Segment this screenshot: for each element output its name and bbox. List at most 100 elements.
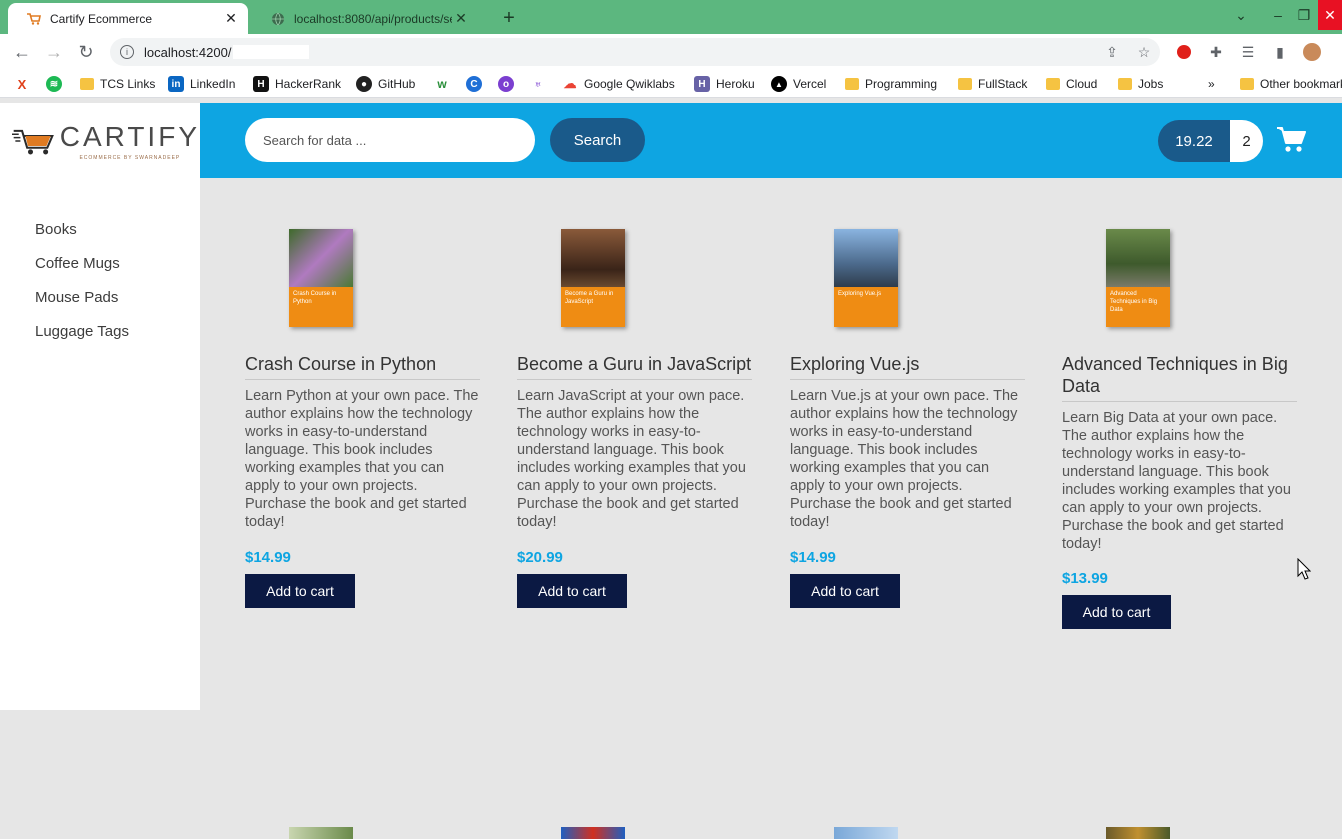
- cart-favicon-icon: [26, 11, 42, 27]
- tab-label: localhost:8080/api/products/sear: [294, 11, 452, 26]
- site-info-icon[interactable]: i: [120, 45, 134, 59]
- search-button[interactable]: Search: [550, 118, 645, 162]
- bookmark-programming[interactable]: Programming: [845, 75, 937, 93]
- bookmark-heroku[interactable]: H Heroku: [694, 75, 755, 93]
- heroku-icon: H: [694, 76, 710, 92]
- linkedin-icon: in: [168, 76, 184, 92]
- more-bookmarks-icon[interactable]: »: [1208, 75, 1215, 93]
- brand-logo[interactable]: CARTIFY ECOMMERCE BY SWARNADEEP: [0, 103, 200, 178]
- reload-icon[interactable]: ↻: [74, 40, 98, 64]
- page: CARTIFY ECOMMERCE BY SWARNADEEP Books Co…: [0, 103, 1342, 839]
- bookmark-github[interactable]: ● GitHub: [356, 75, 415, 93]
- folder-icon: [1118, 78, 1132, 90]
- book-cover-peek[interactable]: [834, 827, 898, 839]
- bookmark-other[interactable]: Other bookmarks: [1240, 75, 1342, 93]
- browser-toolbar: ← → ↻ i localhost:4200/ ⇪ ☆ ✚ ☰ ▮: [0, 34, 1342, 70]
- add-to-cart-button[interactable]: Add to cart: [517, 574, 627, 608]
- bookmark-google-qwiklabs[interactable]: ☁ Google Qwiklabs: [562, 75, 675, 93]
- reading-list-icon[interactable]: ☰: [1238, 42, 1258, 62]
- address-bar[interactable]: i localhost:4200/: [110, 38, 1160, 66]
- bookmark-linkedin[interactable]: in LinkedIn: [168, 75, 235, 93]
- tab-api-products[interactable]: localhost:8080/api/products/sear ✕: [252, 3, 478, 34]
- cover-title: Exploring Vue.js: [834, 287, 898, 327]
- book-cover[interactable]: Advanced Techniques in Big Data: [1106, 229, 1170, 327]
- close-tab-icon[interactable]: ✕: [452, 10, 470, 28]
- close-tab-icon[interactable]: ✕: [222, 10, 240, 28]
- book-cover[interactable]: Crash Course in Python: [289, 229, 353, 327]
- hackerrank-icon: H: [253, 76, 269, 92]
- product-title[interactable]: Crash Course in Python: [245, 353, 480, 380]
- cover-photo: [561, 229, 625, 287]
- folder-icon: [80, 78, 94, 90]
- tab-search-icon[interactable]: ⌄: [1228, 0, 1254, 30]
- product-price: $13.99: [1062, 570, 1108, 587]
- product-price: $14.99: [245, 549, 291, 566]
- extensions-puzzle-icon[interactable]: ✚: [1206, 42, 1226, 62]
- bookmark-tcs-links[interactable]: TCS Links: [80, 75, 155, 93]
- bookmark-purple-icon[interactable]: o: [498, 75, 520, 93]
- folder-icon: [958, 78, 972, 90]
- extension-red-icon[interactable]: [1174, 42, 1194, 62]
- url-text: localhost:4200/: [144, 44, 232, 60]
- bookmark-c-icon[interactable]: C: [466, 75, 488, 93]
- category-mouse-pads[interactable]: Mouse Pads: [35, 289, 129, 323]
- product-description: Learn JavaScript at your own pace. The a…: [517, 388, 746, 530]
- mouse-cursor-icon: [1297, 558, 1311, 580]
- restore-icon[interactable]: ❐: [1292, 0, 1316, 30]
- category-coffee-mugs[interactable]: Coffee Mugs: [35, 255, 129, 289]
- header-bar: Search for data ... Search 19.22 2: [200, 103, 1342, 178]
- tab-label: Cartify Ecommerce: [50, 11, 153, 26]
- bookmark-spotify-icon[interactable]: ≋: [46, 75, 68, 93]
- avatar[interactable]: [1302, 42, 1322, 62]
- product-title[interactable]: Advanced Techniques in Big Data: [1062, 353, 1297, 402]
- new-tab-button[interactable]: +: [496, 6, 522, 30]
- search-input[interactable]: Search for data ...: [245, 118, 535, 162]
- book-cover[interactable]: Become a Guru in JavaScript: [561, 229, 625, 327]
- brand-name: CARTIFY: [59, 120, 200, 152]
- cover-photo: [834, 229, 898, 287]
- bookmark-alien-icon[interactable]: ♅: [530, 75, 552, 93]
- bookmark-jobs[interactable]: Jobs: [1118, 75, 1163, 93]
- product-description: Learn Python at your own pace. The autho…: [245, 388, 479, 530]
- tab-strip: Cartify Ecommerce ✕ localhost:8080/api/p…: [0, 0, 1342, 34]
- book-cover-peek[interactable]: [561, 827, 625, 839]
- product-price: $14.99: [790, 549, 836, 566]
- bookmark-fullstack[interactable]: FullStack: [958, 75, 1027, 93]
- product-title[interactable]: Exploring Vue.js: [790, 353, 1025, 380]
- product-title[interactable]: Become a Guru in JavaScript: [517, 353, 752, 380]
- category-luggage-tags[interactable]: Luggage Tags: [35, 323, 129, 357]
- category-books[interactable]: Books: [35, 221, 129, 255]
- cover-title: Advanced Techniques in Big Data: [1106, 287, 1170, 327]
- sidebar: CARTIFY ECOMMERCE BY SWARNADEEP Books Co…: [0, 103, 200, 710]
- add-to-cart-button[interactable]: Add to cart: [790, 574, 900, 608]
- google-cloud-icon: ☁: [563, 76, 577, 91]
- bookmark-x-icon[interactable]: X: [14, 75, 36, 93]
- bookmark-vercel[interactable]: ▲ Vercel: [771, 75, 826, 93]
- cart-logo-icon: [12, 129, 54, 154]
- book-cover[interactable]: Exploring Vue.js: [834, 229, 898, 327]
- side-panel-icon[interactable]: ▮: [1270, 42, 1290, 62]
- tab-cartify[interactable]: Cartify Ecommerce ✕: [8, 3, 248, 34]
- add-to-cart-button[interactable]: Add to cart: [245, 574, 355, 608]
- share-icon[interactable]: ⇪: [1102, 42, 1122, 62]
- forward-icon[interactable]: →: [42, 40, 66, 64]
- add-to-cart-button[interactable]: Add to cart: [1062, 595, 1171, 629]
- shopping-cart-icon[interactable]: [1276, 125, 1306, 155]
- book-cover-peek[interactable]: [289, 827, 353, 839]
- folder-icon: [845, 78, 859, 90]
- minimize-icon[interactable]: –: [1266, 0, 1290, 30]
- cover-title: Become a Guru in JavaScript: [561, 287, 625, 327]
- bookmark-w3-icon[interactable]: w: [434, 75, 456, 93]
- bookmark-cloud[interactable]: Cloud: [1046, 75, 1097, 93]
- folder-icon: [1046, 78, 1060, 90]
- close-window-icon[interactable]: ✕: [1318, 0, 1342, 30]
- bookmark-hackerrank[interactable]: H HackerRank: [253, 75, 341, 93]
- product-description: Learn Big Data at your own pace. The aut…: [1062, 410, 1291, 552]
- globe-icon: [270, 11, 286, 27]
- book-cover-peek[interactable]: [1106, 827, 1170, 839]
- cover-photo: [1106, 229, 1170, 287]
- bookmark-star-icon[interactable]: ☆: [1134, 42, 1154, 62]
- cart-total: 19.22: [1158, 120, 1230, 162]
- cover-photo: [289, 229, 353, 287]
- back-icon[interactable]: ←: [10, 40, 34, 64]
